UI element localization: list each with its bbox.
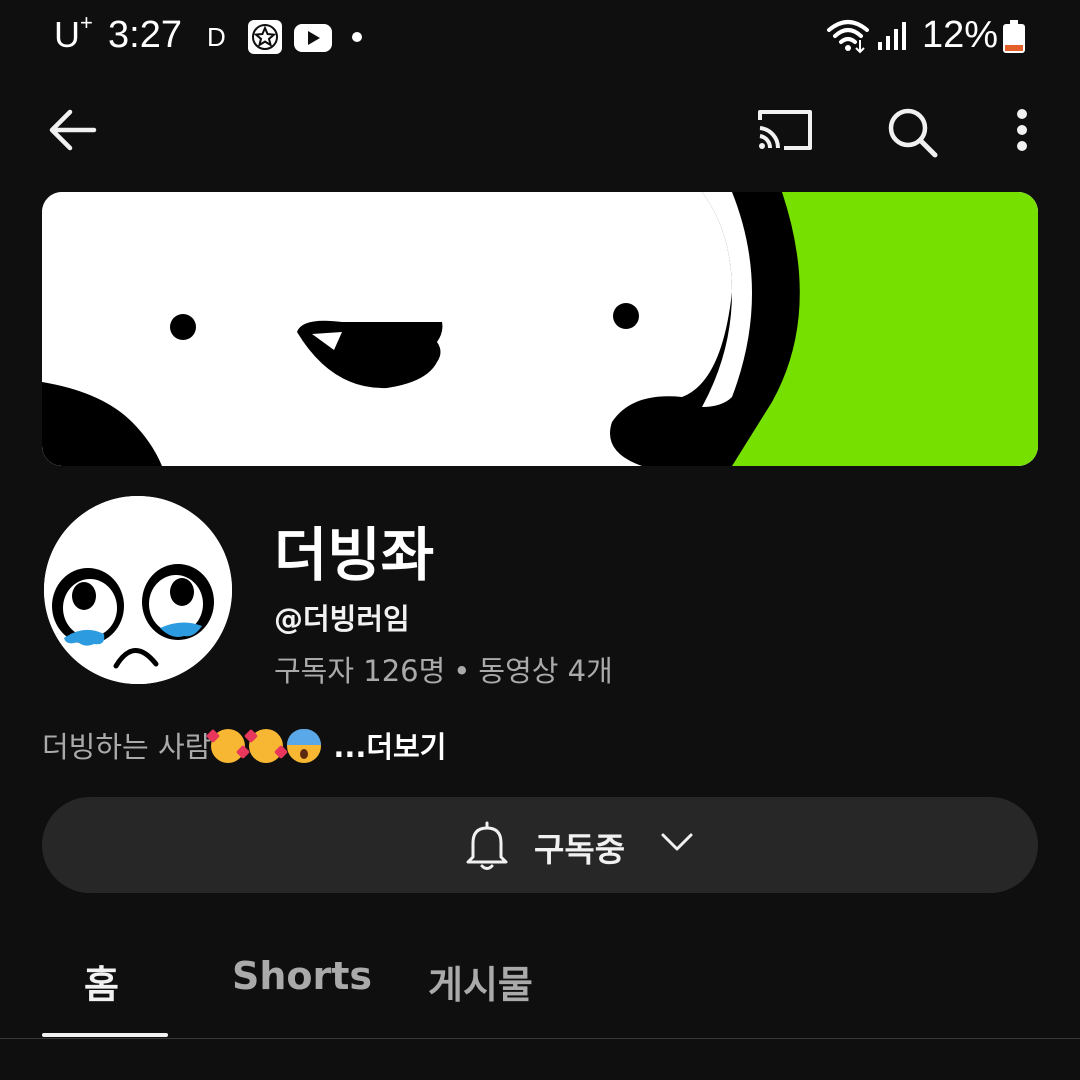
smiling-face-with-hearts-icon (211, 729, 246, 763)
signal-icon (876, 20, 908, 56)
tab-shorts[interactable]: Shorts (232, 954, 372, 998)
wifi-icon (826, 18, 870, 58)
battery-percent: 12% (922, 14, 999, 56)
face-screaming-in-fear-icon (287, 729, 322, 763)
tab-selected-indicator (42, 1033, 168, 1037)
tab-posts[interactable]: 게시물 (428, 954, 533, 1009)
description-text: 더빙하는 사람 (42, 730, 212, 764)
status-indicator: D (207, 22, 226, 52)
more-link[interactable]: ...더보기 (333, 730, 446, 764)
subscribed-label: 구독중 (534, 830, 626, 869)
carrier-label: U+ (54, 10, 93, 55)
top-app-bar (0, 90, 1080, 174)
channel-name: 더빙좌 (274, 521, 435, 589)
cast-icon[interactable] (756, 108, 814, 156)
channel-description[interactable]: 더빙하는 사람 ...더보기 (42, 724, 446, 766)
channel-tabs: 홈 Shorts 게시물 (0, 940, 1080, 1040)
status-bar: U+ 3:27 D 12% (0, 0, 1080, 80)
stats-separator: • (453, 654, 471, 688)
smiling-face-with-hearts-icon (249, 729, 284, 763)
star-app-icon (248, 20, 282, 54)
tabs-divider (0, 1038, 1080, 1039)
chevron-down-icon (660, 831, 694, 857)
battery-icon (1002, 20, 1026, 58)
video-count: 동영상 4개 (478, 654, 613, 688)
bell-icon (464, 819, 510, 875)
more-vert-icon[interactable] (1006, 106, 1038, 158)
tab-home[interactable]: 홈 (84, 954, 119, 1009)
subscriber-count: 구독자 126명 (274, 654, 446, 688)
search-icon[interactable] (884, 104, 940, 164)
clock: 3:27 (108, 14, 182, 56)
back-arrow-icon[interactable] (46, 106, 98, 158)
channel-stats: 구독자 126명 • 동영상 4개 (274, 648, 613, 690)
youtube-icon (294, 24, 332, 52)
channel-handle: @더빙러임 (274, 602, 410, 636)
channel-banner (42, 192, 1038, 466)
notification-dot-icon (352, 32, 362, 42)
channel-avatar[interactable] (44, 496, 232, 684)
subscribed-button[interactable]: 구독중 (42, 797, 1038, 893)
